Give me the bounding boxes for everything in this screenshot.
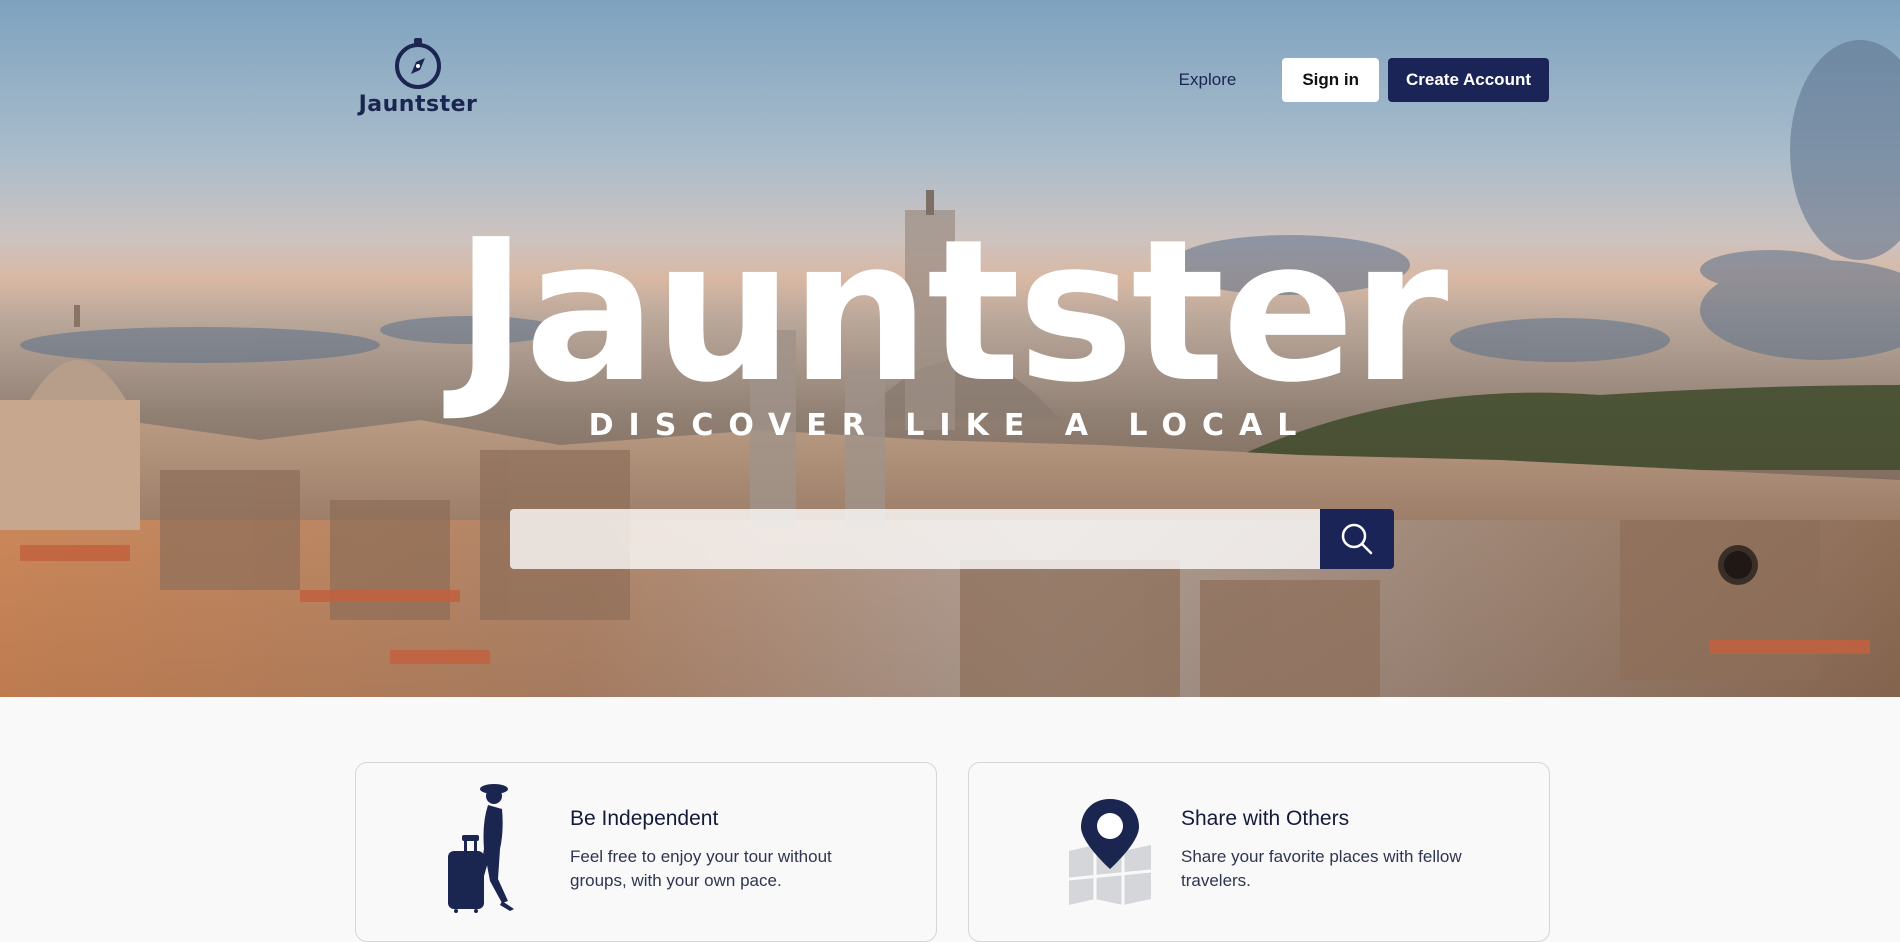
search-icon — [1341, 523, 1373, 555]
create-account-button[interactable]: Create Account — [1387, 58, 1549, 102]
search-input[interactable] — [510, 509, 1320, 569]
hero-title: Jauntster — [454, 198, 1449, 426]
logo[interactable]: Jauntster — [358, 36, 478, 117]
traveler-with-suitcase-icon — [448, 784, 514, 913]
feature-title: Be Independent — [570, 807, 719, 830]
map-pin-icon — [1068, 799, 1152, 905]
sign-in-button[interactable]: Sign in — [1282, 58, 1379, 102]
explore-link[interactable]: Explore — [1179, 70, 1237, 90]
site-header: Jauntster Explore Sign in Create Account — [0, 0, 1900, 120]
feature-description: Share your favorite places with fellow t… — [1181, 847, 1462, 890]
search-bar — [510, 509, 1394, 569]
feature-title: Share with Others — [1181, 807, 1350, 830]
hero-subtitle: DISCOVER LIKE A LOCAL — [588, 408, 1312, 443]
logo-text: Jauntster — [358, 92, 478, 117]
compass-icon — [395, 38, 441, 89]
hero-section: Jauntster Explore Sign in Create Account… — [0, 0, 1900, 697]
feature-card: Share with Others Share your favorite pl… — [968, 762, 1550, 942]
feature-card: Be Independent Feel free to enjoy your t… — [355, 762, 937, 942]
feature-description: Feel free to enjoy your tour without gro… — [570, 847, 832, 890]
top-nav: Explore Sign in Create Account — [1179, 58, 1549, 102]
search-button[interactable] — [1320, 509, 1394, 569]
features-section: Be Independent Feel free to enjoy your t… — [355, 762, 1550, 942]
